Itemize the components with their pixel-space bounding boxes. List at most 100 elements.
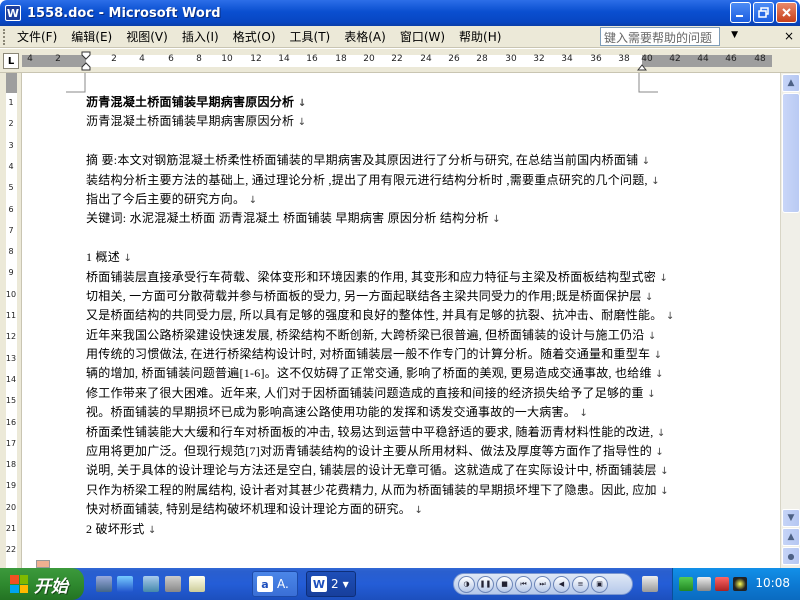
menu-help[interactable]: 帮助(H) xyxy=(452,26,508,47)
messenger-icon[interactable] xyxy=(143,576,159,592)
vruler-number: 3 xyxy=(8,140,14,150)
vruler-number: 5 xyxy=(8,183,14,193)
word-app-icon[interactable]: W xyxy=(5,5,21,21)
document-line[interactable]: 修工作带来了很大困难。近年来, 人们对于因桥面铺装问题造成的直接和间接的经济损失… xyxy=(86,384,656,403)
document-line[interactable]: 应用将更加广泛。但现行规范[7]对沥青铺装结构的设计主要从所用材料、做法及厚度等… xyxy=(86,442,664,461)
start-label: 开始 xyxy=(34,576,68,597)
line-text: 1 概述 xyxy=(86,250,121,265)
toolbar-grip[interactable] xyxy=(3,28,6,45)
document-line[interactable]: 2 破坏形式 ↓ xyxy=(86,520,646,539)
tray-display-icon[interactable] xyxy=(697,577,711,591)
vruler-number: 10 xyxy=(5,289,17,299)
menu-insert[interactable]: 插入(I) xyxy=(175,26,226,47)
line-text: 又是桥面结构的共同受力层, 所以具有足够的强度和良好的整体性, 并具有足够的抗裂… xyxy=(86,308,663,323)
blank-line[interactable] xyxy=(86,132,646,151)
ruler-number: 44 xyxy=(697,54,709,64)
next-track-button[interactable]: ⏭ xyxy=(534,575,551,593)
document-line[interactable]: 关键词: 水泥混凝土桥面 沥青混凝土 桥面铺装 早期病害 原因分析 结构分析 ↓ xyxy=(86,209,646,228)
previous-page-button[interactable]: ▲ xyxy=(782,528,800,546)
pause-button[interactable]: ❚❚ xyxy=(477,575,494,593)
document-line[interactable]: 摘 要:本文对钢筋混凝土桥柔性桥面铺装的早期病害及其原因进行了分析与研究, 在总… xyxy=(86,151,650,170)
document-close-button[interactable]: × xyxy=(784,29,794,43)
scroll-up-button[interactable]: ▲ xyxy=(782,74,800,92)
paragraph-mark-icon: ↓ xyxy=(294,117,307,129)
document-line[interactable]: 用传统的习惯做法, 在进行桥梁结构设计时, 对桥面铺装层一般不作专门的计算分析。… xyxy=(86,345,662,364)
tray-network-icon[interactable] xyxy=(679,577,693,591)
volume-button[interactable]: ≡ xyxy=(572,575,589,593)
vruler-number: 1 xyxy=(8,98,14,107)
ruler-number: 16 xyxy=(306,54,318,64)
vertical-ruler[interactable]: 1 2 3 4 5 6 7 8 9 10 11 12 13 14 15 16 17 18 19 20 21 22 xyxy=(0,73,22,568)
vruler-number: 2 xyxy=(8,119,14,129)
ruler-number: 2 xyxy=(111,54,117,64)
menu-edit[interactable]: 编辑(E) xyxy=(64,26,119,47)
document-line[interactable]: 装结构分析主要方法的基础上, 通过理论分析 ,提出了用有限元进行结构分析时 ,需… xyxy=(86,171,660,190)
folder-icon[interactable] xyxy=(189,576,205,592)
document-line[interactable]: 只作为桥梁工程的附属结构, 设计者对其甚少花费精力, 从而为桥面铺装的早期损坏埋… xyxy=(86,481,669,500)
menu-tools[interactable]: 工具(T) xyxy=(283,26,338,47)
select-browse-object-button[interactable]: ● xyxy=(782,547,800,565)
menu-format[interactable]: 格式(O) xyxy=(226,26,283,47)
document-line[interactable]: 辆的增加, 桥面铺装问题普遍[1-6]。这不仅妨碍了正常交通, 影响了桥面的美观… xyxy=(86,364,664,383)
task-label: 2 xyxy=(331,577,339,591)
document-page[interactable]: 沥青混凝土桥面铺装早期病害原因分析 ↓ 沥青混凝土桥面铺装早期病害原因分析 ↓ 摘 … xyxy=(86,93,674,539)
windows-logo-icon xyxy=(10,575,28,593)
ruler-number: 12 xyxy=(250,54,262,64)
task-button-a[interactable]: a A. xyxy=(252,571,298,597)
line-text: 应用将更加广泛。但现行规范[7]对沥青铺装结构的设计主要从所用材料、做法及厚度等… xyxy=(86,444,652,459)
close-button[interactable] xyxy=(776,2,797,23)
paragraph-mark-icon: ↓ xyxy=(656,272,669,284)
document-line[interactable]: 沥青混凝土桥面铺装早期病害原因分析 ↓ xyxy=(86,112,646,131)
scroll-down-button[interactable]: ▼ xyxy=(782,509,800,527)
minimize-button[interactable] xyxy=(730,2,751,23)
horizontal-ruler[interactable]: L 4 2 2 4 6 8 10 12 14 16 18 20 22 24 26 28 30 32 34 36 38 40… xyxy=(0,49,800,73)
internet-explorer-icon[interactable] xyxy=(117,576,133,592)
menu-view[interactable]: 视图(V) xyxy=(119,26,175,47)
right-indent-marker-icon[interactable] xyxy=(637,61,647,71)
paragraph-mark-icon: ↓ xyxy=(245,194,258,206)
start-button[interactable]: 开始 xyxy=(0,568,84,600)
show-desktop-icon[interactable] xyxy=(96,576,112,592)
blank-line[interactable] xyxy=(86,229,646,248)
ruler-numbers: 4 2 2 4 6 8 10 12 14 16 18 20 22 24 26 28 30 32 34 36 38 40 42… xyxy=(0,54,800,68)
menu-file[interactable]: 文件(F) xyxy=(10,26,64,47)
media-menu-button[interactable]: ◑ xyxy=(458,575,475,593)
menu-window[interactable]: 窗口(W) xyxy=(393,26,452,47)
vertical-scrollbar[interactable]: ▲ ▼ ▲ ● xyxy=(780,73,800,568)
stop-button[interactable]: ■ xyxy=(496,575,513,593)
document-line[interactable]: 快对桥面铺装, 特别是结构破坏机理和设计理论方面的研究。 ↓ xyxy=(86,500,646,519)
ruler-number: 30 xyxy=(505,54,517,64)
help-dropdown-icon[interactable]: ▼ xyxy=(731,30,738,40)
title-bar[interactable]: W 1558.doc - Microsoft Word xyxy=(0,0,800,26)
restore-player-button[interactable]: ▣ xyxy=(591,575,608,593)
ruler-number: 14 xyxy=(278,54,290,64)
taskbar-app-icon[interactable] xyxy=(642,576,658,592)
previous-track-button[interactable]: ⏮ xyxy=(515,575,532,593)
media-player-icon[interactable] xyxy=(165,576,181,592)
ruler-number: 28 xyxy=(476,54,488,64)
help-search-input[interactable]: 键入需要帮助的问题 xyxy=(600,27,720,46)
document-line[interactable]: 说明, 关于具体的设计理论与方法还是空白, 铺装层的设计无章可循。这就造成了在实… xyxy=(86,461,669,480)
document-line[interactable]: 指出了今后主要的研究方向。 ↓ xyxy=(86,190,646,209)
indent-marker-icon[interactable] xyxy=(81,51,91,71)
document-line[interactable]: 1 概述 ↓ xyxy=(86,248,646,267)
tray-volume-icon[interactable] xyxy=(733,577,747,591)
maximize-button[interactable] xyxy=(753,2,774,23)
document-line[interactable]: 近年来我国公路桥梁建设快速发展, 桥梁结构不断创新, 大跨桥梁已很普遍, 但桥面… xyxy=(86,326,656,345)
document-line[interactable]: 桥面铺装层直接承受行车荷载、梁体变形和环境因素的作用, 其变形和应力特征与主梁及… xyxy=(86,268,668,287)
document-title[interactable]: 沥青混凝土桥面铺装早期病害原因分析 ↓ xyxy=(86,93,646,112)
document-line[interactable]: 又是桥面结构的共同受力层, 所以具有足够的强度和良好的整体性, 并具有足够的抗裂… xyxy=(86,306,674,325)
margin-corner-icon xyxy=(66,73,86,93)
mute-button[interactable]: ◀ xyxy=(553,575,570,593)
document-line[interactable]: 视。桥面铺装的早期损坏已成为影响高速公路使用功能的发挥和诱发交通事故的一大病害。… xyxy=(86,403,646,422)
margin-corner-icon xyxy=(638,73,658,93)
task-button-word[interactable]: W 2 ▼ xyxy=(306,571,356,597)
vruler-number: 18 xyxy=(5,460,17,470)
document-line[interactable]: 切相关, 一方面可分散荷载并参与桥面板的受力, 另一方面起联结各主梁共同受力的作… xyxy=(86,287,653,306)
scroll-thumb[interactable] xyxy=(782,93,800,213)
document-line[interactable]: 桥面柔性铺装能大大缓和行车对桥面板的冲击, 较易达到运营中平稳舒适的要求, 随着… xyxy=(86,423,665,442)
document-area[interactable]: 沥青混凝土桥面铺装早期病害原因分析 ↓ 沥青混凝土桥面铺装早期病害原因分析 ↓ 摘 … xyxy=(22,73,780,568)
vruler-number: 14 xyxy=(5,374,17,384)
menu-table[interactable]: 表格(A) xyxy=(337,26,393,47)
tray-security-icon[interactable] xyxy=(715,577,729,591)
